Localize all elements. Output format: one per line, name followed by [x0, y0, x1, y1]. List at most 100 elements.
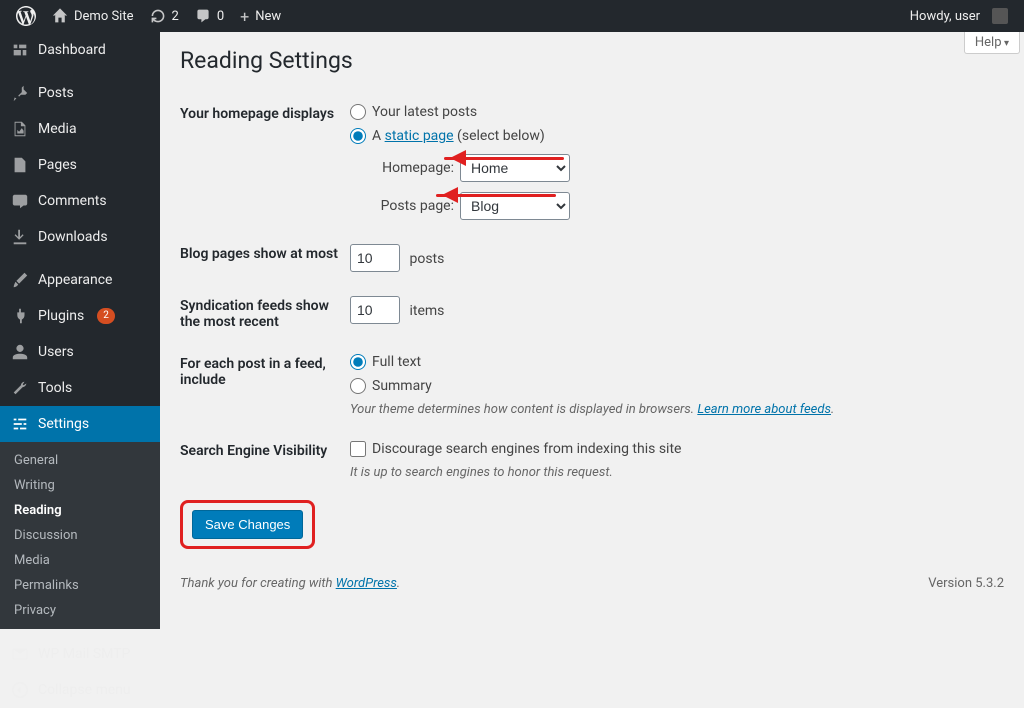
learn-more-feeds-link[interactable]: Learn more about feeds	[697, 402, 831, 417]
submenu-item-general[interactable]: General	[0, 448, 160, 473]
sidebar-item-downloads[interactable]: Downloads	[0, 219, 160, 255]
homepage-select-label: Homepage:	[374, 160, 454, 176]
submenu-item-reading[interactable]: Reading	[0, 498, 160, 523]
sidebar-item-label: Comments	[38, 193, 107, 209]
update-badge: 2	[97, 308, 115, 324]
checkbox-discourage-label: Discourage search engines from indexing …	[372, 441, 681, 457]
radio-full-text[interactable]	[350, 354, 366, 370]
field-label-syndication: Syndication feeds show the most recent	[180, 296, 350, 330]
submenu-item-writing[interactable]: Writing	[0, 473, 160, 498]
comments-link[interactable]: 0	[187, 0, 232, 32]
sidebar-item-tools[interactable]: Tools	[0, 370, 160, 406]
download-icon	[10, 227, 30, 247]
sidebar-item-label: Downloads	[38, 229, 108, 245]
submenu-item-media[interactable]: Media	[0, 548, 160, 573]
submit-highlight: Save Changes	[180, 500, 315, 549]
user-icon	[10, 342, 30, 362]
page-title: Reading Settings	[180, 47, 1004, 74]
sidebar-item-posts[interactable]: Posts	[0, 75, 160, 111]
sidebar-item-label: Plugins	[38, 308, 84, 324]
postspage-select[interactable]: Blog	[460, 192, 570, 220]
comments-count: 0	[217, 9, 224, 24]
field-label-feed-content: For each post in a feed, include	[180, 354, 350, 388]
page-icon	[10, 155, 30, 175]
radio-static-page-label: A static page (select below)	[372, 128, 545, 144]
sidebar-item-label: Dashboard	[38, 42, 106, 58]
media-icon	[10, 119, 30, 139]
blog-pages-input[interactable]	[350, 244, 400, 272]
sidebar-item-users[interactable]: Users	[0, 334, 160, 370]
updates-link[interactable]: 2	[142, 0, 187, 32]
save-changes-button[interactable]: Save Changes	[192, 510, 303, 539]
submenu-item-discussion[interactable]: Discussion	[0, 523, 160, 548]
homepage-select[interactable]: Home	[460, 154, 570, 182]
sidebar-item-settings[interactable]: Settings	[0, 406, 160, 442]
plus-icon: +	[240, 7, 249, 26]
sidebar-item-pages[interactable]: Pages	[0, 147, 160, 183]
home-icon	[52, 8, 68, 24]
footer-version: Version 5.3.2	[928, 576, 1004, 591]
site-name: Demo Site	[74, 9, 134, 24]
wordpress-link[interactable]: WordPress	[336, 576, 397, 591]
radio-summary-label: Summary	[372, 378, 432, 394]
sidebar-item-label: WP Mail SMTP	[38, 646, 130, 662]
sidebar-item-label: Users	[38, 344, 74, 360]
admin-bar: Demo Site 2 0 + New Howdy, user	[0, 0, 1024, 32]
sliders-icon	[10, 414, 30, 434]
checkbox-discourage-search[interactable]	[350, 441, 366, 457]
wp-logo-menu[interactable]	[8, 0, 44, 32]
sidebar-item-collapse-menu[interactable]: Collapse menu	[0, 672, 160, 708]
submenu-item-permalinks[interactable]: Permalinks	[0, 573, 160, 598]
admin-menu: Dashboard Posts Media Pages Comments Download…	[0, 32, 160, 601]
radio-summary[interactable]	[350, 378, 366, 394]
sidebar-item-appearance[interactable]: Appearance	[0, 262, 160, 298]
help-tab[interactable]: Help	[964, 32, 1020, 54]
footer-thanks: Thank you for creating with WordPress.	[180, 576, 400, 591]
sidebar-item-label: Posts	[38, 85, 74, 101]
sidebar-item-label: Appearance	[38, 272, 112, 288]
plug-icon	[10, 306, 30, 326]
radio-static-page[interactable]	[350, 128, 366, 144]
sidebar-item-plugins[interactable]: Plugins 2	[0, 298, 160, 334]
syndication-suffix: items	[409, 303, 444, 319]
updates-count: 2	[172, 9, 179, 24]
wordpress-icon	[16, 6, 36, 26]
howdy-text: Howdy, user	[910, 9, 980, 24]
sidebar-item-wp-mail-smtp[interactable]: WP Mail SMTP	[0, 636, 160, 672]
site-name-link[interactable]: Demo Site	[44, 0, 142, 32]
field-label-blog-pages: Blog pages show at most	[180, 244, 350, 262]
update-icon	[150, 8, 166, 24]
sidebar-item-comments[interactable]: Comments	[0, 183, 160, 219]
new-label: New	[255, 9, 281, 24]
field-label-search-engine: Search Engine Visibility	[180, 441, 350, 459]
radio-full-text-label: Full text	[372, 354, 421, 370]
sidebar-item-label: Settings	[38, 416, 89, 432]
postspage-select-label: Posts page:	[374, 198, 454, 214]
sidebar-item-label: Pages	[38, 157, 77, 173]
settings-form: Your homepage displays Your latest posts…	[180, 92, 1004, 492]
new-content-link[interactable]: + New	[232, 0, 289, 32]
radio-latest-posts-label: Your latest posts	[372, 104, 477, 120]
dashboard-icon	[10, 40, 30, 60]
avatar-icon	[992, 8, 1008, 24]
wrench-icon	[10, 378, 30, 398]
field-label-homepage-displays: Your homepage displays	[180, 104, 350, 122]
mail-icon	[10, 644, 30, 664]
radio-latest-posts[interactable]	[350, 104, 366, 120]
static-page-link[interactable]: static page	[385, 128, 454, 144]
pin-icon	[10, 83, 30, 103]
search-engine-description: It is up to search engines to honor this…	[350, 465, 1004, 480]
sidebar-item-media[interactable]: Media	[0, 111, 160, 147]
admin-footer: Thank you for creating with WordPress. V…	[160, 566, 1024, 601]
comment-icon	[195, 8, 211, 24]
sidebar-item-label: Collapse menu	[38, 682, 131, 698]
sidebar-item-dashboard[interactable]: Dashboard	[0, 32, 160, 68]
syndication-input[interactable]	[350, 296, 400, 324]
collapse-icon	[10, 680, 30, 700]
comment-icon	[10, 191, 30, 211]
account-link[interactable]: Howdy, user	[902, 0, 1016, 32]
sidebar-item-label: Media	[38, 121, 77, 137]
feed-description: Your theme determines how content is dis…	[350, 402, 1004, 417]
sidebar-item-label: Tools	[38, 380, 72, 396]
submenu-item-privacy[interactable]: Privacy	[0, 598, 160, 623]
